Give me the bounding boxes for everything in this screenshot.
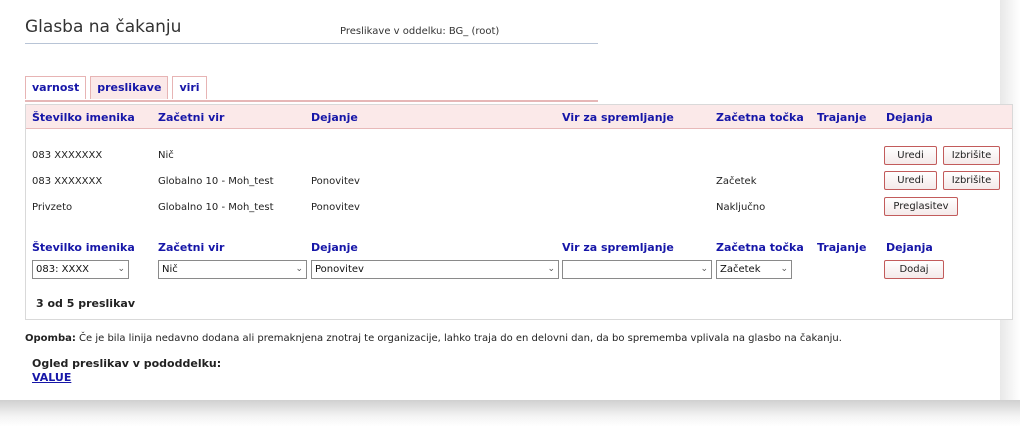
row-number: Privzeto bbox=[32, 202, 73, 213]
note-text: Opomba: Če je bila linija nedavno dodana… bbox=[25, 333, 842, 344]
note-body: Če je bila linija nedavno dodana ali pre… bbox=[75, 333, 842, 344]
chevron-down-icon: ⌄ bbox=[780, 264, 788, 274]
source-select-value: Nič bbox=[162, 264, 178, 275]
tab-bar: varnost preslikave viri bbox=[25, 76, 207, 99]
tab-viri[interactable]: viri bbox=[172, 76, 207, 99]
col-monitor: Vir za spremljanje bbox=[562, 111, 674, 124]
mapping-count: 3 od 5 preslikav bbox=[36, 297, 135, 310]
number-select[interactable]: 083: XXXX ⌄ bbox=[32, 260, 129, 279]
edit-button[interactable]: Uredi bbox=[884, 146, 937, 165]
form-label-duration: Trajanje bbox=[817, 241, 867, 254]
note-label: Opomba: bbox=[25, 333, 76, 344]
action-select-value: Ponovitev bbox=[315, 264, 364, 275]
row-start: Naključno bbox=[716, 202, 766, 213]
action-select[interactable]: Ponovitev ⌄ bbox=[311, 260, 559, 279]
edit-button[interactable]: Uredi bbox=[884, 171, 937, 190]
number-select-value: 083: XXXX bbox=[36, 264, 90, 275]
form-label-source: Začetni vir bbox=[158, 241, 225, 254]
col-start: Začetna točka bbox=[716, 111, 804, 124]
subdept-link[interactable]: VALUE bbox=[32, 371, 71, 384]
form-label-actions: Dejanja bbox=[886, 241, 933, 254]
mappings-panel: Številko imenika Začetni vir Dejanje Vir… bbox=[25, 104, 1013, 320]
table-header: Številko imenika Začetni vir Dejanje Vir… bbox=[26, 105, 1012, 129]
delete-button[interactable]: Izbrišite bbox=[943, 171, 1000, 190]
form-label-action: Dejanje bbox=[311, 241, 358, 254]
add-button[interactable]: Dodaj bbox=[884, 260, 944, 279]
source-select[interactable]: Nič ⌄ bbox=[158, 260, 307, 279]
subdept-heading: Ogled preslikav v pododdelku: bbox=[32, 357, 222, 370]
chevron-down-icon: ⌄ bbox=[295, 264, 303, 274]
col-duration: Trajanje bbox=[817, 111, 867, 124]
form-label-start: Začetna točka bbox=[716, 241, 804, 254]
tab-underline bbox=[25, 100, 598, 102]
chevron-down-icon: ⌄ bbox=[547, 264, 555, 274]
row-action: Ponovitev bbox=[311, 176, 360, 187]
row-source: Globalno 10 - Moh_test bbox=[158, 202, 274, 213]
row-action: Ponovitev bbox=[311, 202, 360, 213]
col-actions: Dejanja bbox=[886, 111, 933, 124]
title-divider bbox=[25, 43, 598, 44]
row-number: 083 XXXXXXX bbox=[32, 176, 103, 187]
row-source: Globalno 10 - Moh_test bbox=[158, 176, 274, 187]
override-button[interactable]: Preglasitev bbox=[884, 197, 958, 216]
form-label-monitor: Vir za spremljanje bbox=[562, 241, 674, 254]
tab-varnost[interactable]: varnost bbox=[25, 76, 87, 99]
col-action: Dejanje bbox=[311, 111, 358, 124]
start-select[interactable]: Začetek ⌄ bbox=[716, 260, 792, 279]
chevron-down-icon: ⌄ bbox=[117, 264, 125, 274]
app-frame: Glasba na čakanju Preslikave v oddelku: … bbox=[0, 0, 1020, 427]
page-subtitle: Preslikave v oddelku: BG_ (root) bbox=[340, 26, 500, 37]
tab-preslikave[interactable]: preslikave bbox=[90, 76, 169, 99]
row-start: Začetek bbox=[716, 176, 757, 187]
delete-button[interactable]: Izbrišite bbox=[943, 146, 1000, 165]
row-source: Nič bbox=[158, 150, 174, 161]
form-label-number: Številko imenika bbox=[32, 241, 135, 254]
start-select-value: Začetek bbox=[720, 264, 761, 275]
window-shadow-bottom bbox=[0, 400, 1020, 427]
col-source: Začetni vir bbox=[158, 111, 225, 124]
page-title: Glasba na čakanju bbox=[25, 17, 182, 37]
col-number: Številko imenika bbox=[32, 111, 135, 124]
row-number: 083 XXXXXXX bbox=[32, 150, 103, 161]
monitor-select[interactable]: ⌄ bbox=[562, 260, 712, 279]
chevron-down-icon: ⌄ bbox=[700, 264, 708, 274]
